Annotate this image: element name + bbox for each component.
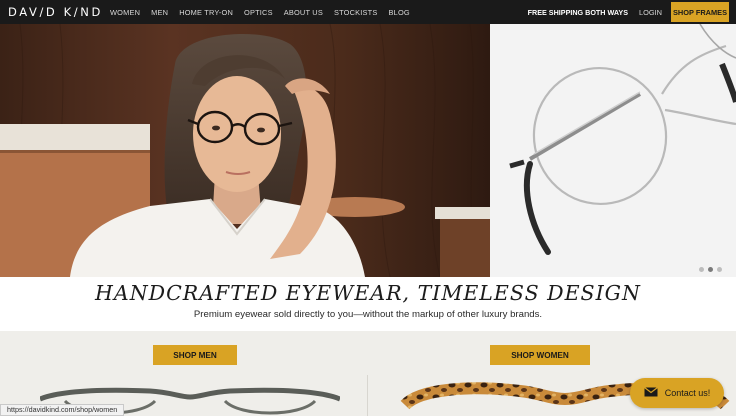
nav-right: FREE SHIPPING BOTH WAYS LOGIN SHOP FRAME… bbox=[528, 0, 736, 24]
nav-link-home-try-on[interactable]: HOME TRY-ON bbox=[179, 8, 233, 17]
carousel-dot-2[interactable] bbox=[708, 267, 713, 272]
section-divider bbox=[367, 375, 368, 416]
tagline-subline: Premium eyewear sold directly to you—wit… bbox=[193, 309, 543, 320]
envelope-icon bbox=[643, 384, 658, 402]
nav-link-stockists[interactable]: STOCKISTS bbox=[334, 8, 378, 17]
shipping-notice: FREE SHIPPING BOTH WAYS bbox=[527, 7, 628, 17]
carousel-dot-1[interactable] bbox=[699, 267, 704, 272]
model-photo-illustration bbox=[0, 24, 490, 277]
brand-logo[interactable]: DAV/D K/ND bbox=[8, 5, 103, 19]
wire-frame-glasses-image bbox=[490, 24, 736, 277]
nav-link-about-us[interactable]: ABOUT US bbox=[284, 8, 323, 17]
hero-product-photo[interactable] bbox=[490, 24, 736, 277]
top-nav: DAV/D K/ND WOMEN MEN HOME TRY-ON OPTICS … bbox=[0, 0, 736, 24]
contact-us-chat-button[interactable]: Contact us! bbox=[630, 378, 724, 408]
nav-link-optics[interactable]: OPTICS bbox=[244, 8, 273, 17]
contact-us-label: Contact us! bbox=[664, 388, 711, 398]
main-menu: WOMEN MEN HOME TRY-ON OPTICS ABOUT US ST… bbox=[110, 0, 410, 24]
nav-link-blog[interactable]: BLOG bbox=[389, 8, 410, 17]
link-status-bar: https://davidkind.com/shop/women bbox=[0, 404, 125, 416]
login-link[interactable]: LOGIN bbox=[639, 8, 662, 17]
tagline-headline: HANDCRAFTED EYEWEAR, TIMELESS DESIGN bbox=[95, 281, 641, 305]
shop-men-button[interactable]: SHOP MEN bbox=[153, 345, 237, 365]
hero-model-photo[interactable] bbox=[0, 24, 490, 277]
shop-women-button[interactable]: SHOP WOMEN bbox=[490, 345, 590, 365]
carousel-dots bbox=[699, 267, 722, 272]
nav-link-men[interactable]: MEN bbox=[151, 8, 168, 17]
nav-link-women[interactable]: WOMEN bbox=[110, 8, 140, 17]
shop-frames-button[interactable]: SHOP FRAMES bbox=[671, 2, 729, 22]
carousel-dot-3[interactable] bbox=[717, 267, 722, 272]
